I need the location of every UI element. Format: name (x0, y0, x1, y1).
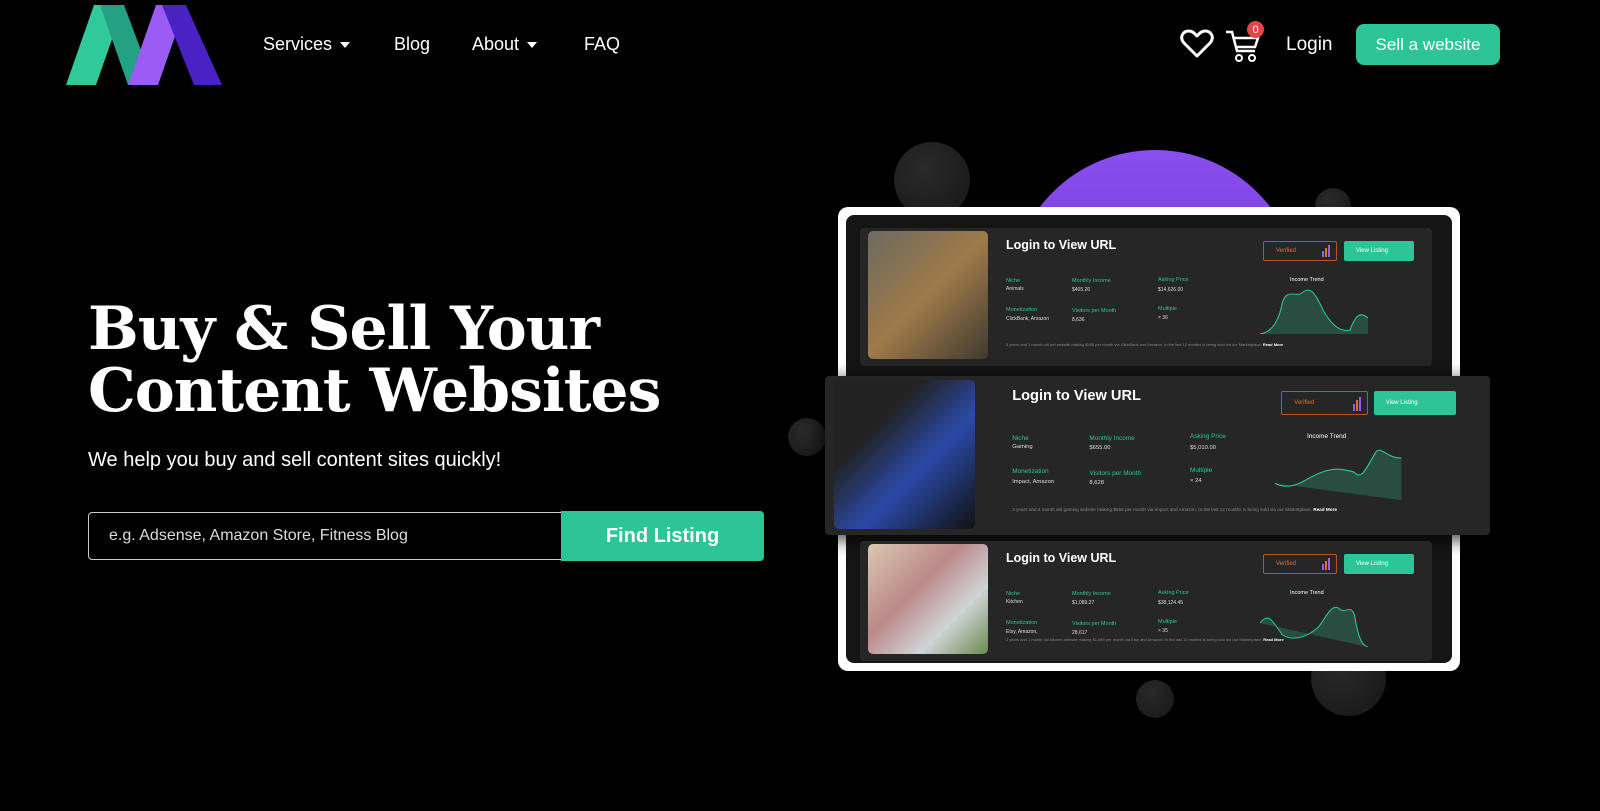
bar-chart-icon (1322, 245, 1330, 257)
multiple-label: Multiple (1190, 467, 1213, 475)
nav-faq[interactable]: FAQ (584, 34, 620, 55)
income-trend-label: Income Trend (1307, 433, 1347, 441)
bar-chart-icon (1322, 558, 1330, 570)
asking-price-value: $5,010.00 (1190, 445, 1217, 452)
visitors-value: 8,636 (1072, 317, 1085, 323)
nav-label: Services (263, 34, 333, 54)
listing-card[interactable]: Login to View URL Verified View Listing … (860, 541, 1432, 661)
listing-title[interactable]: Login to View URL (1012, 388, 1141, 404)
visitors-value: 28,617 (1072, 630, 1088, 636)
monthly-income-label: Monthly Income (1072, 278, 1111, 284)
monthly-income-value: $1,089.27 (1072, 600, 1095, 606)
listing-description: 2 years and 1 month old kitchen website … (1006, 637, 1284, 642)
monthly-income-value: $405.26 (1072, 287, 1091, 293)
login-link[interactable]: Login (1286, 34, 1333, 56)
monthly-income-value: $655.00 (1089, 445, 1111, 452)
nav-services[interactable]: Services (263, 34, 351, 55)
income-trend-chart (1275, 449, 1402, 501)
decor-circle (788, 418, 826, 456)
monetization-value: Etsy, Amazon, (1006, 629, 1038, 635)
asking-price-label: Asking Price (1158, 590, 1189, 596)
asking-price-label: Asking Price (1158, 277, 1189, 283)
income-trend-chart (1260, 289, 1368, 334)
income-trend-label: Income Trend (1290, 277, 1324, 283)
multiple-value: × 35 (1158, 628, 1168, 634)
sell-website-button[interactable]: Sell a website (1356, 24, 1500, 65)
caret-down-icon (340, 41, 351, 48)
multiple-label: Multiple (1158, 619, 1177, 625)
visitors-value: 8,628 (1089, 480, 1105, 487)
view-listing-button[interactable]: View Listing (1373, 391, 1456, 415)
listing-card[interactable]: Login to View URL Verified View Listing … (825, 376, 1490, 535)
listing-title[interactable]: Login to View URL (1006, 238, 1116, 252)
asking-price-value: $38,124.45 (1158, 600, 1184, 606)
find-listing-button[interactable]: Find Listing (561, 511, 764, 561)
view-listing-button[interactable]: View Listing (1344, 241, 1414, 261)
bar-chart-icon (1352, 396, 1361, 411)
read-more-link[interactable]: Read More (1313, 507, 1337, 512)
multiple-value: × 36 (1158, 315, 1168, 321)
hero-title: Buy & Sell Your Content Websites (88, 294, 661, 426)
listing-description: 3 years and 4 month old gaming website m… (1012, 507, 1338, 512)
listing-title[interactable]: Login to View URL (1006, 551, 1116, 565)
cart-count-badge: 0 (1247, 21, 1264, 38)
niche-value: Kitchen (1006, 599, 1023, 605)
verified-badge: Verified (1263, 554, 1337, 574)
niche-label: Niche (1006, 591, 1021, 597)
read-more-link[interactable]: Read More (1263, 342, 1283, 347)
asking-price-label: Asking Price (1190, 433, 1226, 441)
read-more-link[interactable]: Read More (1263, 637, 1283, 642)
nav-label: About (472, 34, 520, 54)
listing-thumbnail[interactable] (834, 379, 975, 529)
niche-label: Niche (1012, 434, 1029, 442)
verified-badge: Verified (1281, 391, 1368, 415)
monetization-value: ClickBank, Amazon (1006, 316, 1050, 322)
logo[interactable] (66, 5, 222, 85)
nav-about[interactable]: About (472, 34, 538, 55)
income-trend-label: Income Trend (1290, 590, 1324, 596)
niche-value: Animals (1006, 286, 1024, 292)
monetization-value: Impact, Amazon (1012, 478, 1055, 485)
search-input[interactable] (88, 512, 562, 560)
multiple-value: × 24 (1190, 477, 1202, 484)
monetization-label: Monetization (1006, 307, 1038, 313)
nav-blog[interactable]: Blog (394, 34, 430, 55)
asking-price-value: $14,626.00 (1158, 287, 1184, 293)
hero-subtitle: We help you buy and sell content sites q… (88, 449, 502, 471)
caret-down-icon (527, 41, 538, 48)
listing-thumbnail[interactable] (868, 231, 988, 359)
visitors-label: Visitors per Month (1089, 469, 1142, 477)
decor-circle (1136, 680, 1174, 718)
heart-icon[interactable] (1180, 29, 1214, 64)
listing-description: 3 years and 1 month old pet website maki… (1006, 342, 1284, 347)
listing-thumbnail[interactable] (868, 544, 988, 654)
listing-card[interactable]: Login to View URL Verified View Listing … (860, 228, 1432, 366)
verified-badge: Verified (1263, 241, 1337, 261)
visitors-label: Visitors per Month (1072, 621, 1117, 627)
monetization-label: Monetization (1012, 468, 1049, 476)
monthly-income-label: Monthly Income (1089, 434, 1135, 442)
niche-value: Gaming (1012, 443, 1033, 450)
visitors-label: Visitors per Month (1072, 308, 1117, 314)
monetization-label: Monetization (1006, 620, 1038, 626)
niche-label: Niche (1006, 278, 1021, 284)
monthly-income-label: Monthly Income (1072, 591, 1111, 597)
view-listing-button[interactable]: View Listing (1344, 554, 1414, 574)
multiple-label: Multiple (1158, 306, 1177, 312)
